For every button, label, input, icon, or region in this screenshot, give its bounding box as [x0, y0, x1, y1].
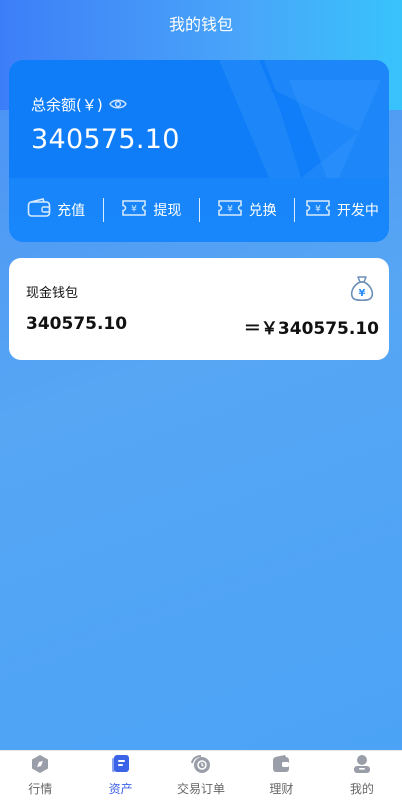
balance-label-text: 总余额(￥) — [31, 96, 103, 114]
withdraw-label: 提现 — [153, 203, 182, 219]
recharge-button[interactable]: 充值 — [9, 198, 103, 222]
balance-label: 总余额(￥) — [31, 94, 127, 115]
tab-mine[interactable]: 我的 — [322, 751, 402, 800]
wallet-cny-amount: ＝￥340575.10 — [243, 319, 379, 339]
wallet-title: 现金钱包 — [26, 286, 79, 301]
in-development-button[interactable]: ¥ 开发中 — [295, 198, 389, 222]
action-bar: 充值 ¥ 提现 ¥ 兑换 ¥ 开发中 — [9, 190, 389, 230]
ticket-icon: ¥ — [217, 199, 243, 221]
exchange-label: 兑换 — [248, 203, 277, 219]
tab-finance[interactable]: 理财 — [241, 751, 321, 800]
order-icon — [190, 754, 212, 777]
cash-wallet-card[interactable]: 现金钱包 ¥ 340575.10 ＝￥340575.10 — [9, 258, 389, 360]
user-icon — [352, 754, 372, 777]
svg-text:¥: ¥ — [227, 205, 233, 215]
balance-value: 340575.10 — [31, 124, 180, 155]
svg-text:¥: ¥ — [315, 205, 321, 215]
svg-text:¥: ¥ — [132, 205, 138, 215]
in-development-label: 开发中 — [336, 203, 379, 219]
page-header: 我的钱包 — [0, 0, 402, 46]
money-bag-icon: ¥ — [349, 274, 375, 306]
page-title: 我的钱包 — [168, 15, 233, 34]
eye-icon[interactable] — [108, 96, 127, 114]
balance-card: 总余额(￥) 340575.10 充值 ¥ 提现 ¥ 兑换 ¥ 开发中 — [9, 60, 389, 242]
ticket-icon: ¥ — [121, 199, 147, 221]
tab-market[interactable]: 行情 — [0, 751, 80, 800]
tab-label: 资产 — [108, 782, 133, 796]
tab-label: 理财 — [269, 782, 294, 796]
wallet-amount: 340575.10 — [26, 314, 128, 334]
recharge-label: 充值 — [57, 203, 86, 219]
tab-label: 行情 — [28, 782, 53, 796]
tab-label: 交易订单 — [177, 782, 226, 796]
bottom-tabbar: 行情 资产 交易订单 理财 我的 — [0, 750, 402, 800]
tab-orders[interactable]: 交易订单 — [161, 751, 241, 800]
tab-assets[interactable]: 资产 — [80, 751, 160, 800]
tab-label: 我的 — [349, 782, 374, 796]
svg-text:¥: ¥ — [359, 288, 366, 299]
withdraw-button[interactable]: ¥ 提现 — [104, 198, 198, 222]
compass-icon — [30, 754, 50, 777]
ticket-icon: ¥ — [305, 199, 331, 221]
asset-icon — [111, 754, 131, 777]
exchange-button[interactable]: ¥ 兑换 — [200, 198, 294, 222]
finance-icon — [271, 754, 291, 777]
wallet-icon — [27, 198, 51, 222]
